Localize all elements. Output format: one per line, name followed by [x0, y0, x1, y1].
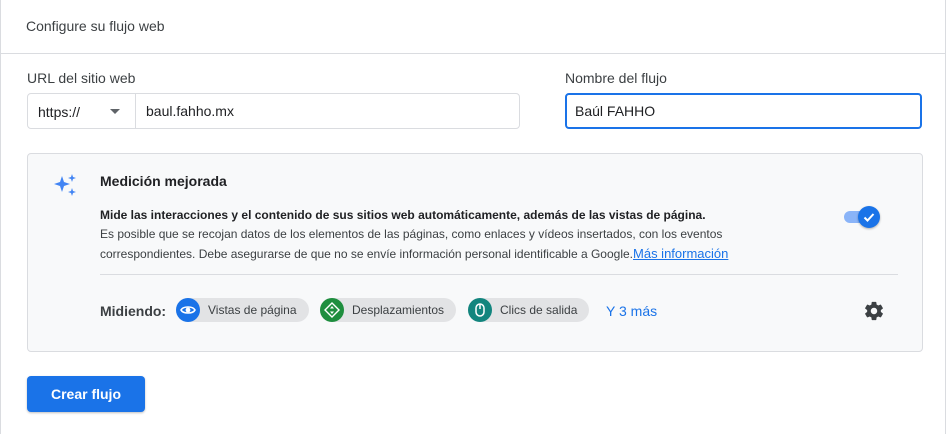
toggle-knob: [858, 206, 880, 228]
chip-label: Desplazamientos: [352, 303, 445, 317]
more-events-link[interactable]: Y 3 más: [606, 303, 657, 319]
page-title: Configure su flujo web: [26, 18, 165, 34]
url-field-group: https://: [27, 93, 520, 129]
enhanced-measurement-description: Mide las interacciones y el contenido de…: [100, 206, 780, 264]
stream-name-input[interactable]: [565, 93, 922, 129]
description-bold: Mide las interacciones y el contenido de…: [100, 208, 706, 222]
chip-label: Clics de salida: [500, 303, 578, 317]
scroll-icon: [320, 298, 344, 322]
protocol-value: https://: [38, 104, 81, 120]
gear-icon[interactable]: [863, 300, 885, 322]
dialog-header: Configure su flujo web: [1, 0, 946, 54]
check-icon: [863, 213, 875, 222]
sparkle-icon: [54, 174, 76, 196]
url-label: URL del sitio web: [27, 70, 136, 86]
divider: [100, 274, 898, 275]
learn-more-link[interactable]: Más información: [633, 246, 728, 261]
eye-icon: [176, 298, 200, 322]
chip-label: Vistas de página: [208, 303, 297, 317]
chip-scrolls: Desplazamientos: [320, 298, 457, 322]
enhanced-measurement-panel: Medición mejorada Mide las interacciones…: [27, 153, 923, 352]
url-input[interactable]: [136, 94, 519, 128]
mouse-icon: [468, 298, 492, 322]
enhanced-measurement-title: Medición mejorada: [100, 173, 227, 189]
chip-outbound-clicks: Clics de salida: [468, 298, 590, 322]
chip-page-views: Vistas de página: [176, 298, 309, 322]
stream-name-label: Nombre del flujo: [565, 70, 667, 86]
measuring-label: Midiendo:: [100, 303, 167, 319]
protocol-select[interactable]: https://: [28, 94, 136, 128]
stream-config-page: Configure su flujo web URL del sitio web…: [0, 0, 946, 434]
chevron-down-icon: [110, 109, 120, 114]
description-text: Es posible que se recojan datos de los e…: [100, 227, 723, 261]
enhanced-measurement-toggle[interactable]: [842, 206, 880, 228]
create-stream-button[interactable]: Crear flujo: [27, 376, 145, 412]
